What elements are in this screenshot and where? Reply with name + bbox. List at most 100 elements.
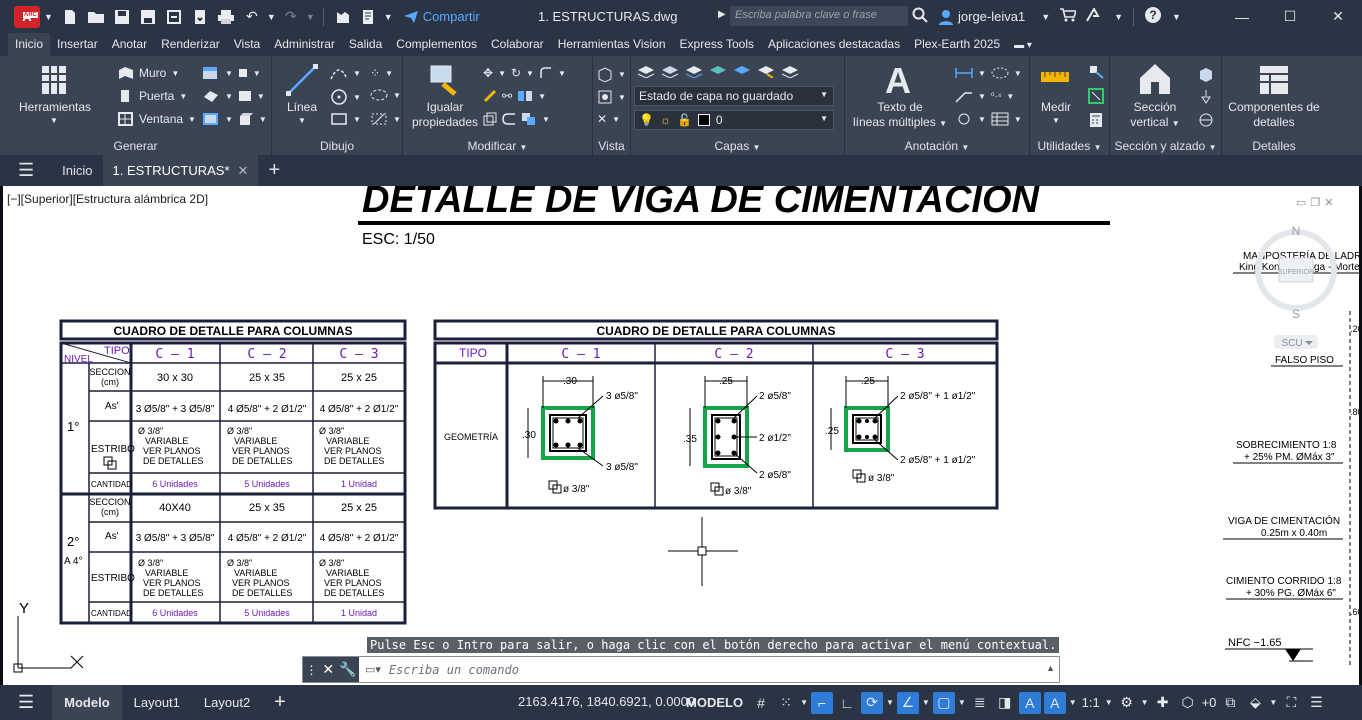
hardware-accel-icon[interactable]: ⬙: [1244, 692, 1266, 714]
line-icon[interactable]: [286, 64, 318, 96]
arc-button[interactable]: ▼: [330, 66, 361, 80]
measure-icon[interactable]: [1040, 70, 1070, 84]
tab-layout2[interactable]: Layout2: [192, 685, 262, 720]
isodraft-icon[interactable]: ∠: [896, 691, 919, 714]
herramientas-button[interactable]: Herramientas: [14, 100, 96, 115]
app-menu-chevron-icon[interactable]: ▼: [44, 12, 53, 22]
customize-chevron-icon[interactable]: ▼: [384, 12, 393, 22]
tab-express-tools[interactable]: Express Tools: [673, 33, 761, 56]
grip-handle-icon[interactable]: ⋮: [305, 663, 317, 677]
user-account-button[interactable]: jorge-leiva1 ▼: [938, 9, 1050, 25]
layer-dropdown[interactable]: 💡 ☼ 🔓 0 ▼: [634, 110, 834, 130]
annotation-scale[interactable]: 1:1: [1082, 695, 1100, 710]
detail-components-icon[interactable]: [1258, 64, 1290, 96]
customize-wrench-icon[interactable]: 🔧: [339, 661, 356, 678]
view-nav-button[interactable]: ✕ ▼: [597, 112, 620, 126]
plot-icon[interactable]: [215, 6, 237, 28]
redo-icon[interactable]: ↷: [280, 6, 302, 28]
workspace-icon[interactable]: [332, 6, 354, 28]
medir-chevron-icon[interactable]: ▼: [1052, 116, 1060, 125]
dimension-button[interactable]: ▼ ▼: [955, 66, 1022, 80]
viewport-restore-icon[interactable]: ❐: [1310, 196, 1320, 209]
plus-zero[interactable]: +0: [1202, 695, 1217, 710]
puerta-button[interactable]: Puerta ▼: [118, 89, 187, 103]
layout-icon[interactable]: [358, 6, 380, 28]
mtext-button[interactable]: Texto de líneas múltiples ▼: [851, 100, 949, 131]
point-button[interactable]: ⁘ ▼: [370, 66, 393, 80]
elevation-mark-icon[interactable]: [1198, 112, 1214, 128]
move-button[interactable]: ✥ ▼ ↻ ▼ ▼: [483, 66, 566, 80]
linea-button[interactable]: Línea: [280, 100, 324, 115]
new-tab-icon[interactable]: +: [258, 155, 290, 186]
igualar-propiedades-button[interactable]: Igualar propiedades: [407, 100, 483, 130]
add-layout-icon[interactable]: +: [262, 685, 298, 720]
circle-button[interactable]: ▼: [330, 89, 361, 105]
open-folder-icon[interactable]: [85, 6, 107, 28]
lineweight-icon[interactable]: ≣: [969, 692, 991, 714]
undo-icon[interactable]: ↶: [241, 6, 263, 28]
tools-icon[interactable]: [40, 64, 68, 96]
close-command-icon[interactable]: ✕: [322, 661, 334, 678]
viewport-minimize-icon[interactable]: ▭: [1296, 196, 1306, 209]
table-button[interactable]: ▼ ▼: [955, 112, 1022, 126]
object-snap-icon[interactable]: ▢: [932, 691, 955, 714]
customize-status-icon[interactable]: ☰: [1305, 692, 1327, 714]
viewport-close-icon[interactable]: ✕: [1324, 196, 1333, 209]
drawing-canvas[interactable]: [−][Superior][Estructura alámbrica 2D] D…: [3, 186, 1359, 685]
muro-button[interactable]: Muro ▼: [118, 66, 179, 80]
close-icon[interactable]: ✕: [1314, 0, 1362, 33]
status-menu-icon[interactable]: ☰: [0, 685, 52, 720]
tab-inicio-doc[interactable]: Inicio: [52, 155, 102, 186]
select-all-icon[interactable]: [1088, 88, 1104, 104]
elevation-icon[interactable]: [1198, 66, 1214, 82]
close-tab-icon[interactable]: ✕: [238, 163, 249, 179]
app-menu-hamburger-icon[interactable]: ☰: [0, 155, 52, 186]
view-orbit-button[interactable]: ▼: [597, 89, 626, 105]
new-file-icon[interactable]: [59, 6, 81, 28]
ribbon-minimize-icon[interactable]: ▬ ▾: [1007, 36, 1039, 56]
cart-icon[interactable]: [1060, 8, 1078, 25]
ventana-button[interactable]: Ventana ▼: [118, 112, 196, 126]
linea-chevron-icon[interactable]: ▼: [298, 116, 306, 125]
command-prompt-icon[interactable]: ▭▾: [365, 663, 381, 676]
tab-aplicaciones-destacadas[interactable]: Aplicaciones destacadas: [761, 33, 907, 56]
save-as-icon[interactable]: [137, 6, 159, 28]
command-history-icon[interactable]: ▲: [1046, 663, 1055, 673]
tab-anotar[interactable]: Anotar: [105, 33, 154, 56]
command-input[interactable]: Escriba un comando: [381, 663, 519, 677]
quick-select-icon[interactable]: [1088, 64, 1104, 80]
a360-chevron-icon[interactable]: ▼: [1114, 12, 1123, 22]
tab-layout1[interactable]: Layout1: [122, 685, 192, 720]
grid-icon[interactable]: #: [750, 692, 772, 714]
tab-insertar[interactable]: Insertar: [50, 33, 105, 56]
help-chevron-icon[interactable]: ▼: [1172, 12, 1181, 22]
fullscreen-icon[interactable]: ⛶: [1280, 692, 1302, 714]
mtext-icon[interactable]: A: [885, 60, 911, 102]
layer-tools-row[interactable]: [637, 64, 799, 78]
copy-button[interactable]: ▼: [483, 112, 550, 126]
help-icon[interactable]: ?: [1144, 6, 1162, 27]
workspace-gear-icon[interactable]: ⚙: [1116, 692, 1138, 714]
view-cube-button[interactable]: ▼: [597, 66, 626, 82]
maximize-icon[interactable]: ☐: [1266, 0, 1314, 33]
annotation-monitor-icon[interactable]: ✚: [1152, 692, 1174, 714]
tab-herramientas-vision[interactable]: Herramientas Vision: [551, 33, 673, 56]
save-web-icon[interactable]: [189, 6, 211, 28]
snap-icon[interactable]: ⁙: [775, 692, 797, 714]
section-icon[interactable]: [1138, 62, 1172, 96]
coordinates-readout[interactable]: 2163.4176, 1840.6921, 0.0000: [518, 694, 695, 709]
calculator-icon[interactable]: [1088, 112, 1104, 128]
tab-plex-earth[interactable]: Plex-Earth 2025: [907, 33, 1007, 56]
generar-tool-3[interactable]: ▼ ▼: [202, 112, 267, 126]
command-line-grip[interactable]: ⋮ ✕ 🔧: [303, 657, 359, 682]
auto-scale-icon[interactable]: A: [1043, 691, 1066, 714]
undo-chevron-icon[interactable]: ▼: [267, 12, 276, 22]
tab-vista[interactable]: Vista: [227, 33, 267, 56]
open-web-icon[interactable]: [163, 6, 185, 28]
componentes-detalles-button[interactable]: Componentes de detalles: [1224, 100, 1324, 130]
callout-icon[interactable]: [1198, 89, 1214, 105]
viewcube[interactable]: SUPERIOR N S SCU: [1255, 224, 1337, 349]
tab-salida[interactable]: Salida: [342, 33, 389, 56]
layer-state-dropdown[interactable]: Estado de capa no guardado ▼: [634, 86, 834, 106]
tab-active-drawing[interactable]: 1. ESTRUCTURAS* ✕: [102, 155, 259, 186]
